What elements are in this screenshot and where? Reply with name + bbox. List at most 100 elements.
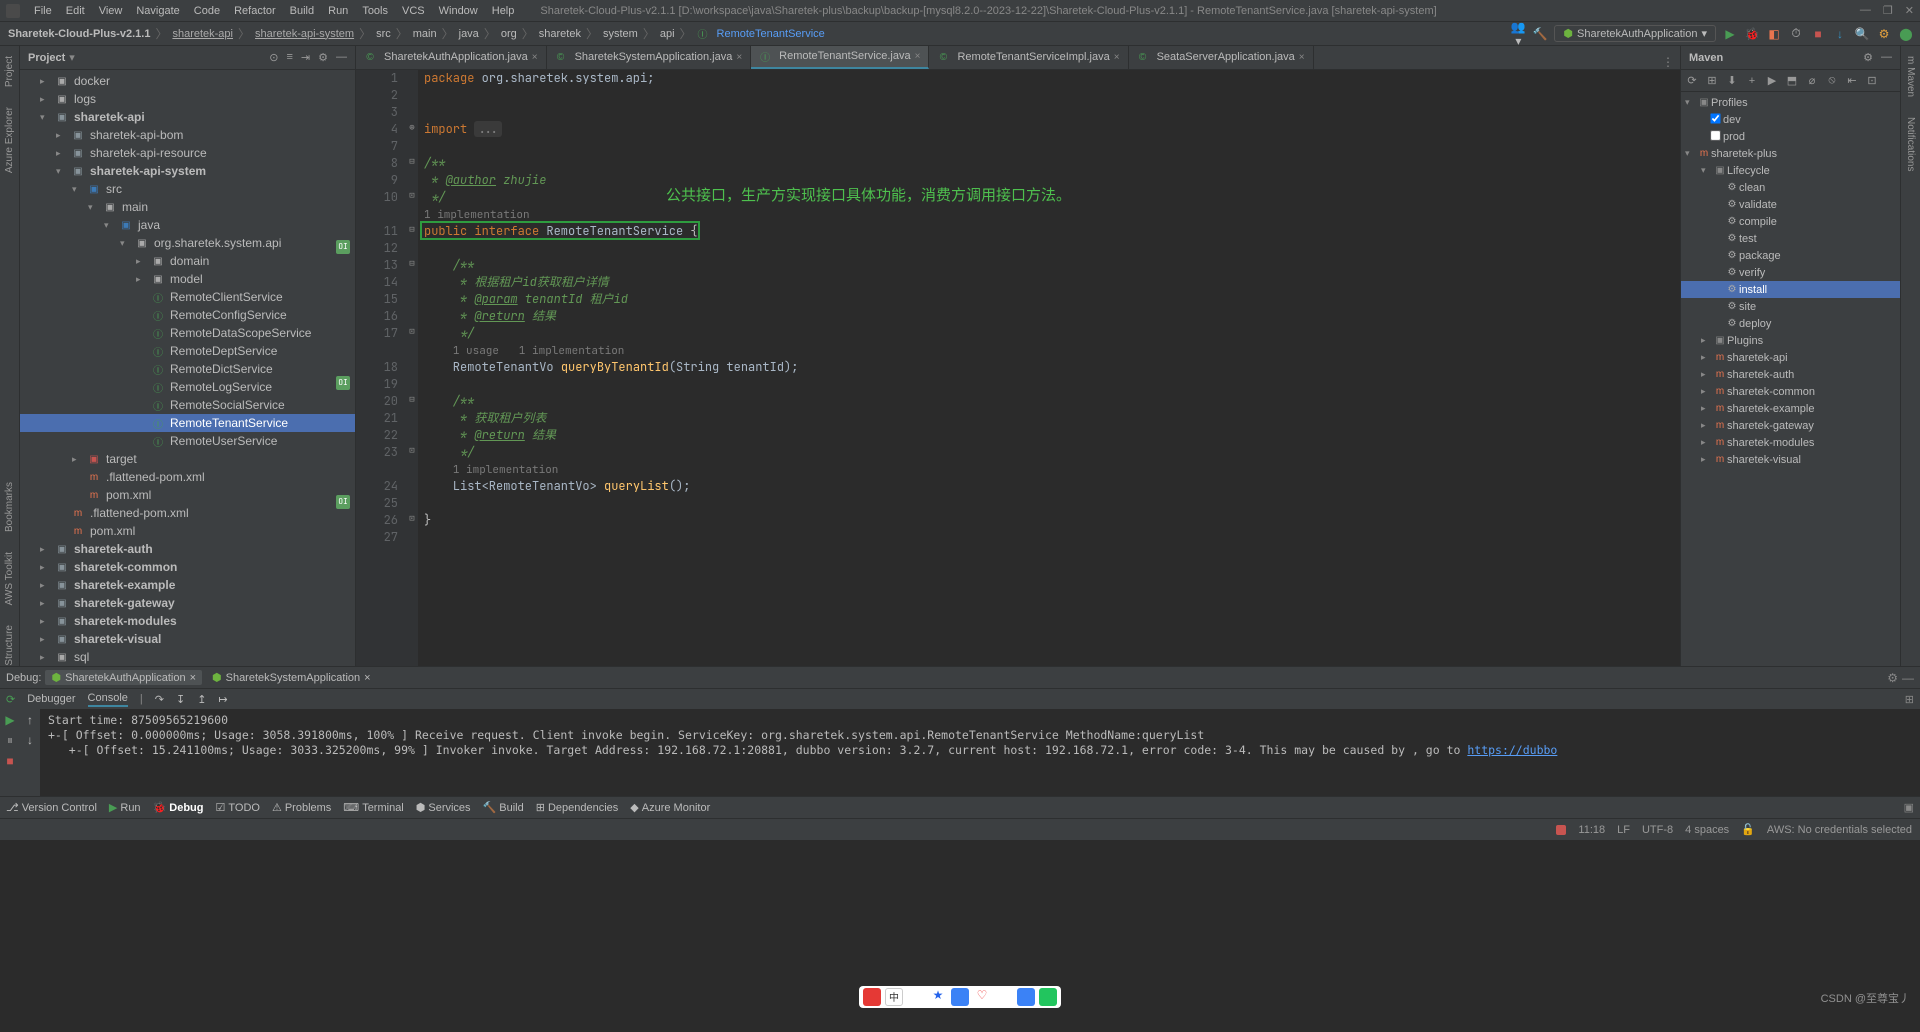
maven-module[interactable]: sharetek-visual <box>1727 454 1801 466</box>
close-icon[interactable]: × <box>532 52 538 63</box>
resume-icon[interactable]: ▶ <box>5 713 14 727</box>
close-icon[interactable]: × <box>1299 52 1305 63</box>
execute-icon[interactable]: ⬒ <box>1785 74 1799 87</box>
build-icon[interactable]: 🔨 <box>1532 27 1548 41</box>
services-button[interactable]: ⬢Services <box>416 801 471 814</box>
tree-file[interactable]: RemoteDeptService <box>170 344 277 358</box>
step-into-icon[interactable]: ↧ <box>176 693 185 706</box>
code-content[interactable]: package org.sharetek.system.api; import … <box>418 70 1680 666</box>
select-opened-icon[interactable]: ⊙ <box>269 51 278 64</box>
os-icon[interactable] <box>1039 988 1057 1006</box>
tree-model[interactable]: model <box>170 272 203 286</box>
hide-icon[interactable]: — <box>336 51 347 64</box>
tree-api-system[interactable]: sharetek-api-system <box>90 164 206 178</box>
search-icon[interactable]: 🔍 <box>1854 27 1870 41</box>
crumb[interactable]: system <box>601 28 640 40</box>
tree-docker[interactable]: docker <box>74 74 110 88</box>
menu-window[interactable]: Window <box>433 3 484 19</box>
close-icon[interactable]: × <box>190 672 196 684</box>
menu-help[interactable]: Help <box>486 3 521 19</box>
event-log-icon[interactable]: ▣ <box>1904 801 1914 814</box>
hide-icon[interactable]: — <box>1881 51 1892 64</box>
maven-tool-button[interactable]: m Maven <box>1905 56 1916 97</box>
problems-button[interactable]: ⚠Problems <box>272 801 331 814</box>
users-icon[interactable]: 👥▾ <box>1510 20 1526 48</box>
version-control-button[interactable]: ⎇Version Control <box>6 801 97 814</box>
tree-api[interactable]: sharetek-api <box>74 110 145 124</box>
maven-goal[interactable]: deploy <box>1739 318 1771 330</box>
close-icon[interactable]: × <box>364 672 370 684</box>
tree-file[interactable]: pom.xml <box>90 524 135 538</box>
tree-modules[interactable]: sharetek-modules <box>74 614 177 628</box>
profile-prod-check[interactable] <box>1710 130 1720 140</box>
tree-logs[interactable]: logs <box>74 92 96 106</box>
collapse-all-icon[interactable]: ⇥ <box>301 51 310 64</box>
menu-edit[interactable]: Edit <box>60 3 91 19</box>
minimize-icon[interactable]: — <box>1860 4 1871 17</box>
maven-goal[interactable]: validate <box>1739 199 1777 211</box>
run-to-cursor-icon[interactable]: ↦ <box>218 693 227 706</box>
maven-goal-install[interactable]: install <box>1739 284 1767 296</box>
tree-file[interactable]: .flattened-pom.xml <box>90 506 189 520</box>
step-over-icon[interactable]: ↷ <box>155 693 164 706</box>
maven-goal[interactable]: package <box>1739 250 1781 262</box>
maven-goal[interactable]: site <box>1739 301 1756 313</box>
notifications-button[interactable]: Notifications <box>1905 117 1916 171</box>
crumb[interactable]: java <box>457 28 481 40</box>
menu-navigate[interactable]: Navigate <box>130 3 185 19</box>
debug-session[interactable]: ⬢SharetekSystemApplication× <box>206 670 377 685</box>
crumb[interactable]: org <box>499 28 519 40</box>
error-link[interactable]: https://dubbo <box>1467 743 1557 757</box>
crumb-root[interactable]: Sharetek-Cloud-Plus-v2.1.1 <box>6 28 152 40</box>
maven-module[interactable]: sharetek-modules <box>1727 437 1814 449</box>
layout-icon[interactable]: ⊞ <box>1905 693 1914 706</box>
ide-update-icon[interactable]: ⬤ <box>1898 27 1914 41</box>
os-icon[interactable] <box>995 988 1013 1006</box>
step-out-icon[interactable]: ↥ <box>197 693 206 706</box>
profile-prod[interactable]: prod <box>1723 131 1745 143</box>
profile-dev[interactable]: dev <box>1723 114 1741 126</box>
menu-refactor[interactable]: Refactor <box>228 3 282 19</box>
menu-file[interactable]: File <box>28 3 58 19</box>
tab-active[interactable]: ⒾRemoteTenantService.java× <box>751 46 929 69</box>
maven-tree[interactable]: ▾▣Profiles dev prod ▾msharetek-plus ▾▣Li… <box>1681 92 1900 666</box>
tree-package[interactable]: org.sharetek.system.api <box>154 236 281 250</box>
os-icon[interactable]: 中 <box>885 988 903 1006</box>
tree-file[interactable]: RemoteDataScopeService <box>170 326 311 340</box>
tab-menu-icon[interactable]: ⋮ <box>1656 55 1680 69</box>
tree-domain[interactable]: domain <box>170 254 209 268</box>
menu-code[interactable]: Code <box>188 3 226 19</box>
build-button[interactable]: 🔨Build <box>483 801 524 814</box>
tree-api-resource[interactable]: sharetek-api-resource <box>90 146 207 160</box>
tab[interactable]: ©SharetekAuthApplication.java× <box>356 46 547 69</box>
structure-button[interactable]: Structure <box>4 625 15 666</box>
close-window-icon[interactable]: ✕ <box>1905 4 1914 17</box>
os-icon[interactable] <box>1017 988 1035 1006</box>
debug-session[interactable]: ⬢SharetekAuthApplication× <box>45 670 202 685</box>
tree-file[interactable]: RemoteClientService <box>170 290 283 304</box>
tree-file[interactable]: RemoteSocialService <box>170 398 285 412</box>
todo-button[interactable]: ☑TODO <box>216 801 260 814</box>
maven-module[interactable]: sharetek-api <box>1727 352 1788 364</box>
project-panel-title[interactable]: Project <box>28 52 65 64</box>
menu-tools[interactable]: Tools <box>356 3 394 19</box>
profile-dev-check[interactable] <box>1710 113 1720 123</box>
inlay-hint[interactable]: 1 implementation <box>453 463 559 477</box>
maven-lifecycle[interactable]: Lifecycle <box>1727 165 1770 177</box>
tree-java[interactable]: java <box>138 218 160 232</box>
tree-main[interactable]: main <box>122 200 148 214</box>
tree-file[interactable]: RemoteConfigService <box>170 308 287 322</box>
implemented-icon[interactable]: OI <box>336 240 350 254</box>
bookmarks-button[interactable]: Bookmarks <box>4 482 15 532</box>
tree-file-selected[interactable]: RemoteTenantService <box>170 416 288 430</box>
tree-file[interactable]: pom.xml <box>106 488 151 502</box>
status-encoding[interactable]: UTF-8 <box>1642 824 1673 836</box>
hide-icon[interactable]: — <box>1902 671 1914 685</box>
tree-file[interactable]: RemoteDictService <box>170 362 273 376</box>
inlay-hint[interactable]: 1 implementation <box>424 208 530 222</box>
os-icon[interactable]: ★ <box>929 988 947 1006</box>
run-goal-icon[interactable]: ▶ <box>1765 74 1779 87</box>
stop-button[interactable]: ■ <box>1810 27 1826 41</box>
pause-icon[interactable]: ⏸ <box>7 733 13 748</box>
azure-monitor-button[interactable]: ◆Azure Monitor <box>630 801 710 814</box>
